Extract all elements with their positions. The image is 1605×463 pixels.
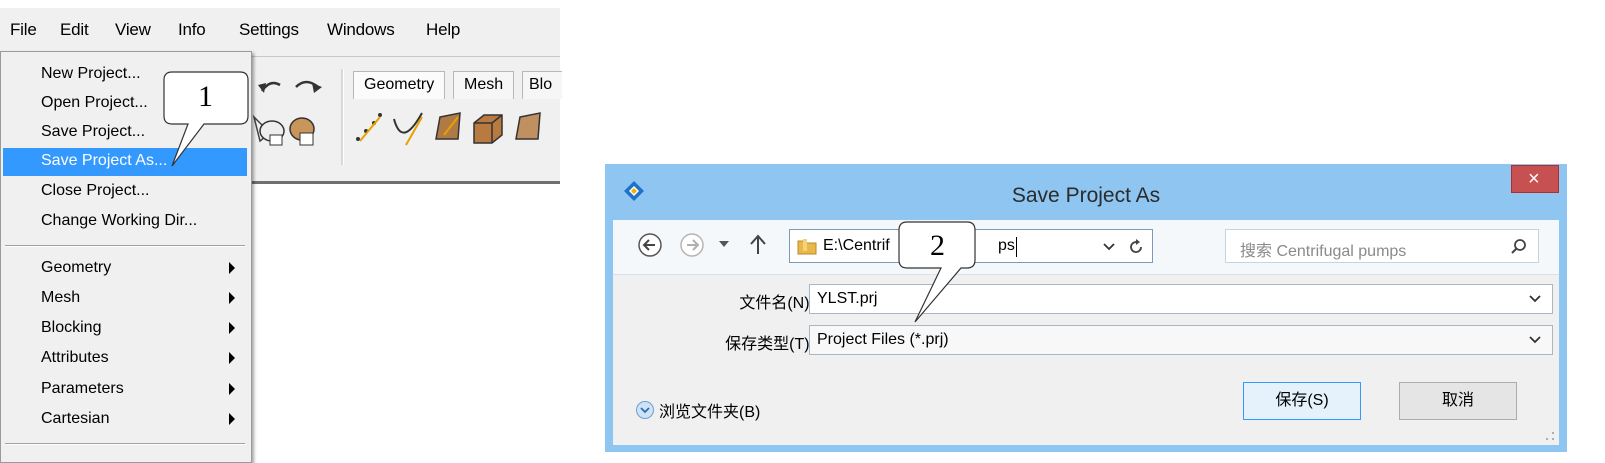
create-point-icon[interactable]: [350, 109, 386, 149]
callout-1-number: 1: [198, 80, 213, 113]
tab-geometry[interactable]: Geometry: [353, 71, 446, 99]
geometry-toolbar-icons: [350, 109, 570, 155]
navigation-bar: E:\Centrif ps 搜索 Centrifugal pumps: [613, 220, 1559, 275]
chevron-down-icon[interactable]: [1528, 294, 1542, 304]
callout-2-number: 2: [930, 229, 945, 262]
menu-item-parameters[interactable]: Parameters: [3, 376, 247, 404]
chevron-down-icon[interactable]: [1528, 335, 1542, 345]
filename-row: 文件名(N): YLST.prj: [613, 283, 1559, 315]
dialog-titlebar: Save Project As ×: [605, 164, 1567, 220]
submenu-arrow-icon: [229, 262, 235, 274]
menu-item-label: Geometry: [41, 259, 112, 276]
undo-icon[interactable]: [256, 75, 326, 101]
menu-item-label: Mesh: [41, 289, 81, 306]
create-curve-icon[interactable]: [390, 109, 426, 149]
address-path-tail: ps: [998, 237, 1015, 254]
menu-settings[interactable]: Settings: [239, 20, 299, 40]
toolbar: Geometry Mesh Blo: [250, 57, 562, 184]
application-window: File Edit View Info Settings Windows Hel…: [0, 0, 562, 463]
recent-dropdown-icon[interactable]: [717, 238, 731, 250]
dialog-title: Save Project As: [1011, 184, 1161, 207]
menu-item-label: Open Project...: [41, 94, 148, 111]
cancel-button[interactable]: 取消: [1399, 382, 1517, 420]
menu-item-label: New Project...: [41, 65, 141, 82]
menu-item-label: Change Working Dir...: [41, 212, 198, 229]
folder-icon: [797, 239, 817, 255]
forward-arrow-icon[interactable]: [679, 232, 705, 258]
filename-value: YLST.prj: [817, 290, 878, 307]
geometry-tools-icon[interactable]: [250, 111, 320, 151]
filename-label: 文件名(N):: [739, 295, 814, 312]
browse-folders-label: 浏览文件夹(B): [659, 404, 761, 421]
submenu-arrow-icon: [229, 413, 235, 425]
menu-item-label: Blocking: [41, 319, 102, 336]
menu-info[interactable]: Info: [178, 20, 206, 40]
menu-view[interactable]: View: [115, 20, 151, 40]
menu-item-attributes[interactable]: Attributes: [3, 345, 247, 373]
tab-blocking[interactable]: Blo: [522, 71, 562, 99]
menu-item-label: Close Project...: [41, 182, 150, 199]
menu-file[interactable]: File: [10, 20, 37, 40]
search-placeholder: 搜索 Centrifugal pumps: [1240, 243, 1407, 260]
submenu-arrow-icon: [229, 352, 235, 364]
repair-geometry-icon[interactable]: [510, 109, 546, 149]
menu-help[interactable]: Help: [426, 20, 460, 40]
menu-separator: [5, 245, 245, 247]
filetype-label: 保存类型(T):: [725, 336, 814, 353]
search-input[interactable]: 搜索 Centrifugal pumps: [1225, 229, 1539, 263]
menu-bar: File Edit View Info Settings Windows Hel…: [0, 8, 560, 57]
refresh-icon[interactable]: [1127, 238, 1145, 256]
submenu-arrow-icon: [229, 322, 235, 334]
submenu-arrow-icon: [229, 292, 235, 304]
filetype-row: 保存类型(T): Project Files (*.prj): [613, 324, 1559, 356]
search-icon[interactable]: [1510, 238, 1528, 256]
up-arrow-icon[interactable]: [747, 232, 769, 258]
text-caret: [1016, 237, 1017, 257]
menu-separator: [5, 443, 245, 445]
menu-item-label: Cartesian: [41, 410, 110, 427]
back-arrow-icon[interactable]: [637, 232, 663, 258]
close-button[interactable]: ×: [1511, 165, 1559, 193]
menu-windows[interactable]: Windows: [327, 20, 395, 40]
dialog-body: E:\Centrif ps 搜索 Centrifugal pumps 文件名(N…: [613, 220, 1559, 445]
address-path: E:\Centrif: [823, 237, 890, 254]
filetype-value: Project Files (*.prj): [817, 331, 949, 348]
submenu-arrow-icon: [229, 383, 235, 395]
menu-edit[interactable]: Edit: [60, 20, 89, 40]
resize-grip-icon[interactable]: [1545, 431, 1555, 441]
tab-mesh[interactable]: Mesh: [453, 71, 515, 99]
expand-circle-icon: [636, 401, 654, 419]
menu-item-blocking[interactable]: Blocking: [3, 315, 247, 343]
menu-item-label: Parameters: [41, 380, 124, 397]
menu-item-label: Save Project As...: [41, 152, 168, 169]
toolbar-separator: [341, 69, 344, 165]
menu-item-change-working-dir[interactable]: Change Working Dir...: [3, 208, 247, 236]
menu-item-cartesian[interactable]: Cartesian: [3, 406, 247, 434]
chevron-down-icon[interactable]: [1102, 242, 1116, 252]
create-body-icon[interactable]: [470, 109, 506, 149]
menu-item-mesh[interactable]: Mesh: [3, 285, 247, 313]
close-icon: ×: [1528, 168, 1540, 190]
save-project-as-dialog: Save Project As × E:\Centrif ps 搜索 Centr…: [605, 164, 1567, 452]
callout-2-bubble: [898, 221, 976, 323]
menu-item-close-project[interactable]: Close Project...: [3, 178, 247, 206]
menu-item-geometry[interactable]: Geometry: [3, 255, 247, 283]
create-surface-icon[interactable]: [430, 109, 466, 149]
menu-item-label: Save Project...: [41, 123, 146, 140]
menu-item-label: Attributes: [41, 349, 109, 366]
save-button[interactable]: 保存(S): [1243, 382, 1361, 420]
